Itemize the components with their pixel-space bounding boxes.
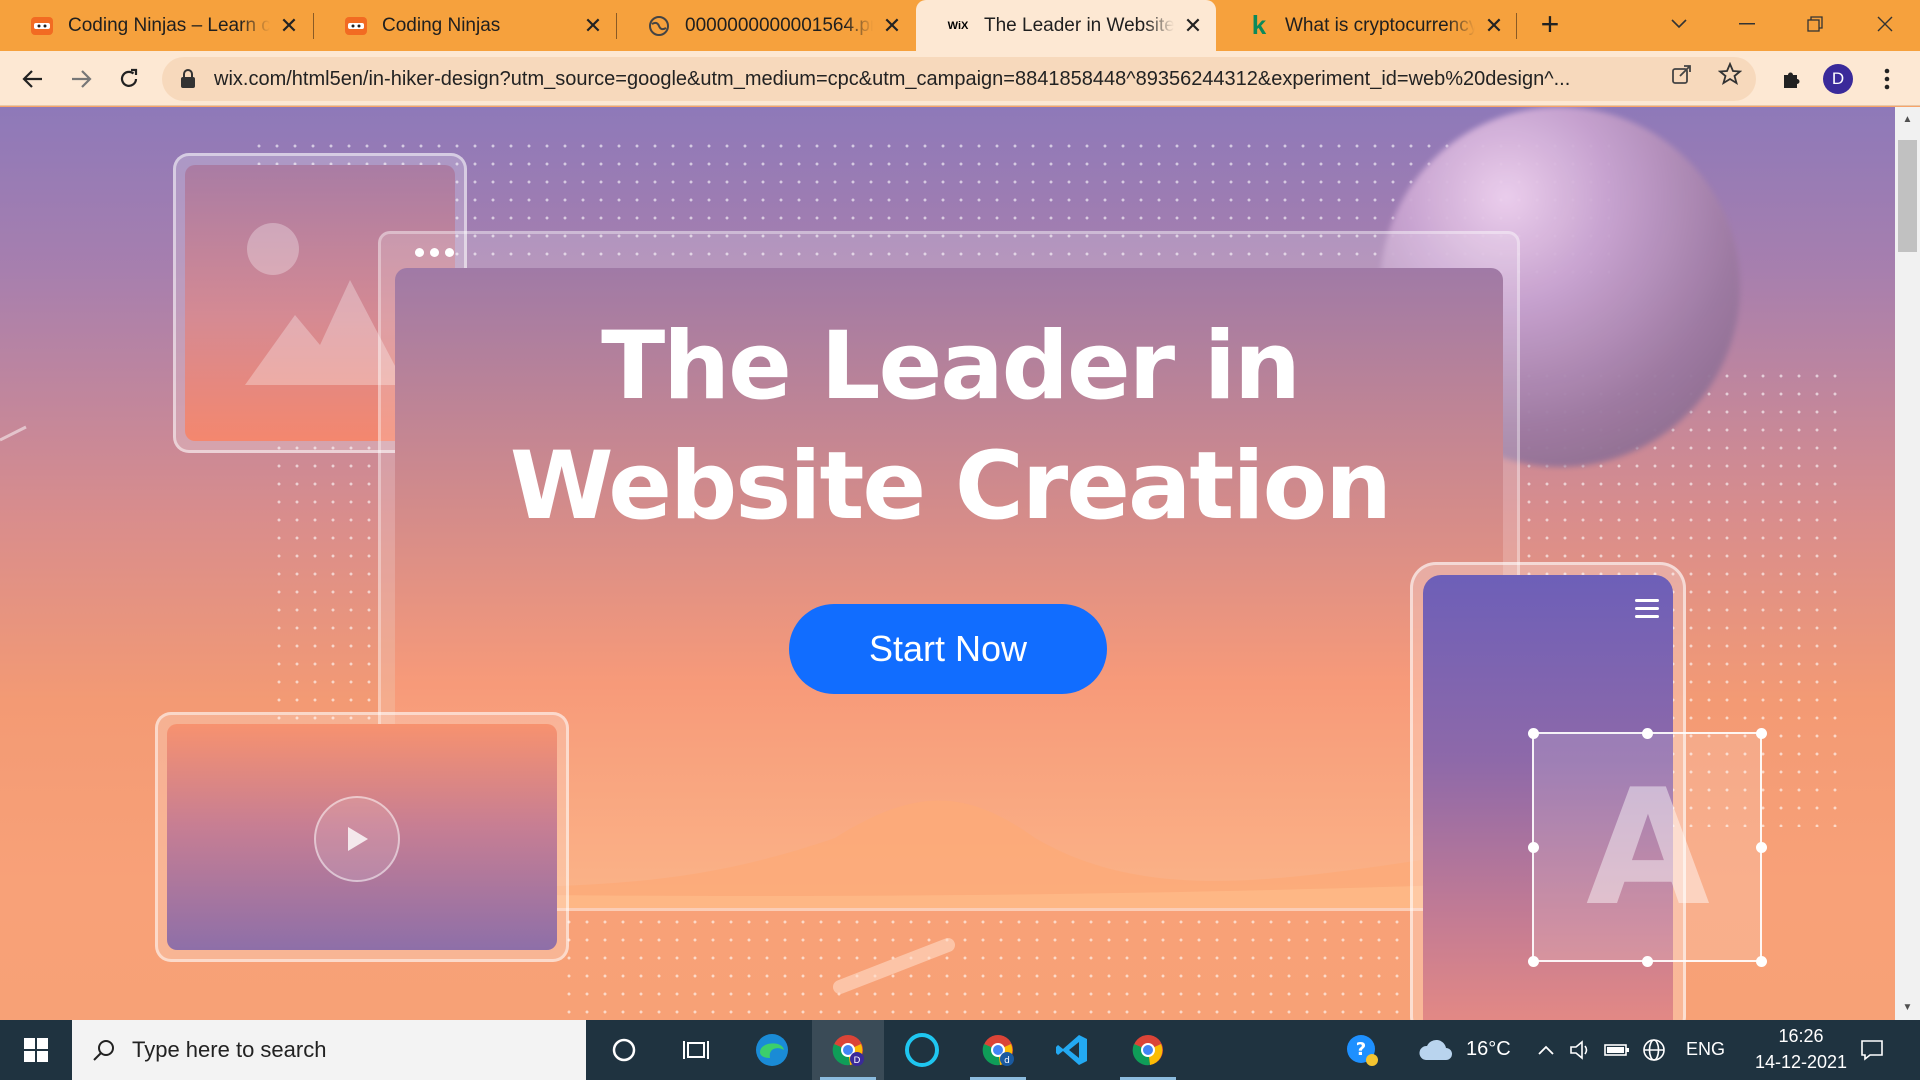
tab-search-chevron-icon[interactable]	[1661, 6, 1697, 42]
clock-time[interactable]: 16:26	[1760, 1026, 1842, 1047]
k-favicon-text: k	[1251, 10, 1267, 40]
search-placeholder: Type here to search	[132, 1037, 327, 1062]
scroll-up-arrow-icon[interactable]: ▲	[1900, 112, 1915, 127]
tab-wix-active[interactable]: WiX The Leader in Website Creation ✕	[916, 0, 1216, 51]
clock-date[interactable]: 14-12-2021	[1738, 1052, 1864, 1073]
share-icon[interactable]	[1668, 60, 1696, 88]
input-language[interactable]: ENG	[1686, 1039, 1725, 1060]
browser-toolbar: wix.com/html5en/in-hiker-design?utm_sour…	[0, 51, 1920, 106]
tab-title: What is cryptocurrency and	[1285, 14, 1475, 36]
scroll-down-arrow-icon[interactable]: ▼	[1900, 1000, 1915, 1015]
forward-arrow-icon[interactable]	[62, 60, 100, 98]
back-arrow-icon[interactable]	[14, 60, 52, 98]
tab-title: Coding Ninjas – Learn coding online	[68, 14, 270, 36]
wix-favicon-text: WiX	[947, 19, 969, 32]
coding-ninjas-icon	[30, 14, 54, 38]
svg-text:D: D	[854, 1056, 861, 1066]
decorative-lines	[0, 425, 955, 994]
speaker-icon[interactable]	[1566, 1020, 1596, 1080]
chrome-profile-d-icon[interactable]: D	[812, 1020, 884, 1080]
coding-ninjas-icon	[344, 14, 368, 38]
battery-icon[interactable]	[1602, 1020, 1632, 1080]
network-globe-icon[interactable]	[1638, 1020, 1670, 1080]
svg-text:?: ?	[1356, 1039, 1366, 1060]
chrome-profile-d2-icon[interactable]: d	[962, 1020, 1034, 1080]
alexa-icon[interactable]	[886, 1020, 958, 1080]
extensions-puzzle-icon[interactable]	[1772, 60, 1810, 98]
tab-separator	[1516, 13, 1517, 39]
task-view-icon[interactable]	[660, 1020, 732, 1080]
tab-coding-ninjas[interactable]: Coding Ninjas ✕	[314, 0, 616, 51]
url-text: wix.com/html5en/in-hiker-design?utm_sour…	[214, 67, 1571, 90]
menu-kebab-icon[interactable]	[1868, 60, 1906, 98]
chevron-up-icon[interactable]	[1532, 1020, 1560, 1080]
bookmark-star-icon[interactable]	[1716, 60, 1744, 88]
profile-avatar[interactable]: D	[1823, 64, 1853, 94]
restore-icon[interactable]	[1797, 6, 1833, 42]
wix-icon: WiX	[946, 14, 970, 38]
tab-coding-ninjas-learn[interactable]: Coding Ninjas – Learn coding online ✕	[0, 0, 312, 51]
globe-icon	[647, 14, 671, 38]
minimize-icon[interactable]	[1729, 6, 1765, 42]
tab-title: 0000000000001564.png (	[685, 14, 873, 36]
help-icon[interactable]: ?	[1342, 1020, 1382, 1080]
windows-taskbar: Type here to search D d ? 16°C ENG 16:26…	[0, 1020, 1920, 1080]
tab-title: Coding Ninjas	[382, 14, 501, 36]
close-icon[interactable]: ✕	[1483, 13, 1505, 38]
scrollbar-thumb[interactable]	[1898, 140, 1917, 252]
close-icon[interactable]: ✕	[278, 13, 300, 38]
tab-title: The Leader in Website Creation	[984, 14, 1174, 36]
edge-browser-icon[interactable]	[736, 1020, 808, 1080]
cortana-icon[interactable]	[588, 1020, 660, 1080]
tab-cryptocurrency[interactable]: k What is cryptocurrency and ✕	[1217, 0, 1517, 51]
reload-icon[interactable]	[110, 60, 148, 98]
taskbar-search-box[interactable]: Type here to search	[72, 1020, 586, 1080]
weather-cloud-icon[interactable]	[1416, 1020, 1456, 1080]
weather-temperature[interactable]: 16°C	[1466, 1038, 1511, 1061]
search-icon	[93, 1040, 114, 1061]
lock-icon	[180, 69, 198, 89]
close-icon[interactable]: ✕	[582, 13, 604, 38]
close-icon[interactable]: ✕	[1182, 13, 1204, 38]
close-window-icon[interactable]	[1867, 6, 1903, 42]
vscode-icon[interactable]	[1036, 1020, 1108, 1080]
k-logo-icon: k	[1247, 10, 1271, 40]
chrome-icon[interactable]	[1112, 1020, 1184, 1080]
address-bar[interactable]: wix.com/html5en/in-hiker-design?utm_sour…	[162, 57, 1756, 101]
svg-text:d: d	[1004, 1056, 1010, 1066]
wix-hero-section: The Leader in Website Creation Start Now…	[0, 107, 1895, 1020]
notifications-icon[interactable]	[1852, 1020, 1892, 1080]
windows-start-icon[interactable]	[0, 1020, 72, 1080]
close-icon[interactable]: ✕	[881, 13, 903, 38]
tab-strip: Coding Ninjas – Learn coding online ✕ Co…	[0, 0, 1920, 51]
tab-png-image[interactable]: 0000000000001564.png ( ✕	[617, 0, 915, 51]
new-tab-button[interactable]: +	[1534, 8, 1566, 41]
